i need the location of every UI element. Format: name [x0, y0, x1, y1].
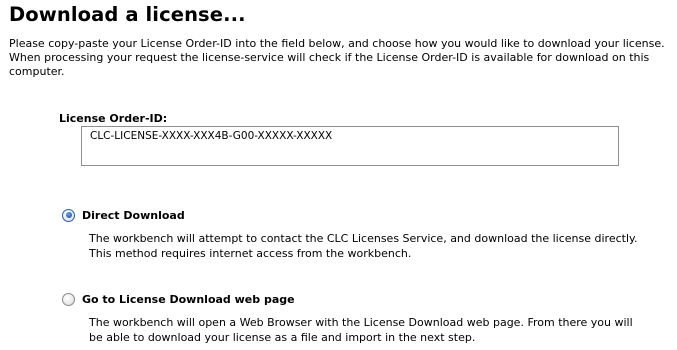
- license-web-page-label[interactable]: Go to License Download web page: [82, 293, 295, 306]
- direct-download-label[interactable]: Direct Download: [82, 209, 185, 222]
- direct-download-desc-line-2: This method requires internet access fro…: [89, 247, 412, 260]
- intro-line-2: When processing your request the license…: [9, 51, 650, 78]
- order-id-label: License Order-ID:: [59, 112, 168, 125]
- license-web-page-desc-line-2: be able to download your license as a fi…: [89, 331, 476, 344]
- license-web-page-radio[interactable]: [62, 292, 75, 306]
- option-direct-download[interactable]: Direct Download The workbench will attem…: [62, 207, 677, 261]
- option-direct-download-header[interactable]: Direct Download: [62, 207, 677, 223]
- option-license-web-page[interactable]: Go to License Download web page The work…: [62, 291, 677, 345]
- option-license-web-page-header[interactable]: Go to License Download web page: [62, 291, 677, 307]
- intro-text: Please copy-paste your License Order-ID …: [9, 37, 673, 79]
- direct-download-desc-line-1: The workbench will attempt to contact th…: [89, 232, 638, 245]
- page-title: Download a license...: [9, 3, 246, 26]
- order-id-input[interactable]: CLC-LICENSE-XXXX-XXX4B-G00-XXXXX-XXXXX: [81, 126, 619, 166]
- direct-download-description: The workbench will attempt to contact th…: [89, 231, 677, 261]
- license-web-page-description: The workbench will open a Web Browser wi…: [89, 315, 677, 345]
- intro-line-1: Please copy-paste your License Order-ID …: [9, 37, 665, 50]
- radio-selected-dot-icon: [65, 212, 72, 218]
- direct-download-radio[interactable]: [62, 208, 75, 222]
- license-web-page-desc-line-1: The workbench will open a Web Browser wi…: [89, 316, 633, 329]
